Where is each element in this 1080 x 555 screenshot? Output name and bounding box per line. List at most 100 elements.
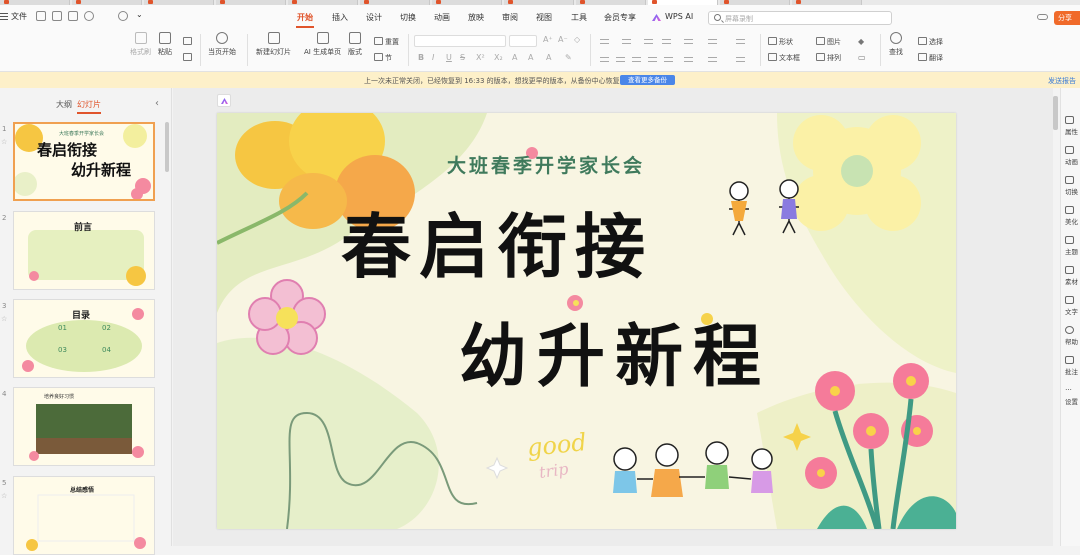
share-button[interactable]: 分享 [1054,11,1080,25]
strikethrough-icon[interactable]: S [460,53,465,62]
fill-icon[interactable]: ◆ [858,37,864,46]
sidebar-item-theme[interactable]: 主题 [1065,236,1078,257]
panel-scrollbar[interactable] [165,122,169,172]
current-slide[interactable]: 大班春季开学家长会 春启衔接 幼升新程 good trip [217,113,956,529]
slide-thumbnail-4[interactable]: 培养良好习惯 [13,387,155,466]
align-left-icon[interactable] [600,55,609,63]
text-effect-icon[interactable]: ✎ [565,53,572,62]
find-button[interactable]: 查找 [889,32,903,57]
subscript-icon[interactable]: X₂ [494,53,503,62]
arrange-button[interactable]: 排列 [816,53,841,63]
shape-button[interactable]: 形状 [768,37,793,47]
justify-icon[interactable] [648,55,657,63]
format-painter-button[interactable]: 格式刷 [130,32,151,57]
font-color-icon[interactable]: A [528,53,533,62]
char-spacing-icon[interactable]: A [512,53,517,62]
numbered-list-icon[interactable] [622,37,631,45]
textbox-button[interactable]: 文本框 [768,53,800,63]
outline-icon[interactable]: ▭ [858,53,866,62]
help-icon [1065,326,1074,334]
tab-wps-ai[interactable]: WPS AI [665,12,693,21]
tab-view[interactable]: 视图 [536,12,552,23]
canvas-scrollbar[interactable] [1053,96,1058,130]
slide-thumbnail-3[interactable]: 目录 01 02 03 04 [13,299,155,378]
slide-title-line-1[interactable]: 春启衔接 [341,191,653,292]
tab-home[interactable]: 开始 [296,12,314,28]
view-backups-button[interactable]: 查看更多备份 [620,75,675,85]
decrease-indent-icon[interactable] [644,37,653,45]
sidebar-item-beautify[interactable]: 美化 [1065,206,1078,227]
chevron-down-icon[interactable]: ⌄ [136,10,146,20]
sidebar-item-materials[interactable]: 素材 [1065,266,1078,287]
slide-thumbnail-5[interactable]: 总结感悟 [13,476,155,555]
copy-icon[interactable] [183,53,194,62]
tab-outline[interactable]: 大纲 [56,99,72,110]
search-input[interactable]: 屏幕录制 [708,11,892,25]
wps-ai-icon[interactable] [217,94,231,107]
slide-thumbnail-1[interactable]: 大班春季开学家长会 春启衔接 幼升新程 [13,122,155,201]
layout-button[interactable]: 版式 [348,32,362,57]
tab-slides[interactable]: 幻灯片 [77,99,101,114]
align-center-icon[interactable] [616,55,625,63]
tab-tools[interactable]: 工具 [571,12,587,23]
sidebar-item-animation[interactable]: 动画 [1065,146,1078,167]
reset-button[interactable]: 重置 [374,37,399,47]
save-icon[interactable] [36,11,46,21]
tab-design[interactable]: 设计 [366,12,382,23]
bold-icon[interactable]: B [418,53,424,62]
smartart-icon[interactable] [736,55,745,63]
align-text-icon[interactable] [708,55,717,63]
collapse-panel-icon[interactable]: ‹ [155,98,159,109]
tab-slideshow[interactable]: 放映 [468,12,484,23]
sidebar-item-help[interactable]: 帮助 [1065,326,1078,347]
tab-member[interactable]: 会员专享 [604,12,636,23]
section-button[interactable]: 节 [374,53,392,63]
undo-icon[interactable] [84,11,94,21]
font-family-select[interactable] [414,35,506,47]
increase-font-icon[interactable]: A⁺ [543,35,553,44]
redo-icon[interactable] [118,11,128,21]
play-from-current-button[interactable]: 当页开始 [208,32,236,57]
ai-generate-button[interactable]: AI 生成单页 [304,32,341,57]
align-right-icon[interactable] [632,55,641,63]
sidebar-item-comments[interactable]: 批注 [1065,356,1078,377]
text-direction-icon[interactable] [708,37,717,45]
font-size-select[interactable] [509,35,537,47]
paste-button[interactable]: 粘贴 [158,32,172,57]
file-menu[interactable]: 文件 [0,11,27,22]
line-spacing-icon[interactable] [684,37,693,45]
bullet-list-icon[interactable] [600,37,609,45]
picture-button[interactable]: 图片 [816,37,841,47]
new-slide-button[interactable]: 新建幻灯片 [256,32,291,57]
sidebar-item-text[interactable]: 文字 [1065,296,1078,317]
italic-icon[interactable]: I [432,53,434,62]
slide-subtitle[interactable]: 大班春季开学家长会 [447,151,645,178]
superscript-icon[interactable]: X² [476,53,485,62]
sidebar-item-settings[interactable]: ··· 设置 [1065,386,1078,407]
send-report-link[interactable]: 发送报告 [1048,76,1076,86]
print-icon[interactable] [68,11,78,21]
highlight-icon[interactable]: A [546,53,551,62]
tab-animations[interactable]: 动画 [434,12,450,23]
export-icon[interactable] [52,11,62,21]
tab-insert[interactable]: 插入 [332,12,348,23]
cloud-icon[interactable] [1037,14,1048,20]
underline-icon[interactable]: U [446,53,452,62]
translate-button[interactable]: 翻译 [918,53,943,63]
clear-format-icon[interactable]: ◇ [574,35,580,44]
tab-transitions[interactable]: 切换 [400,12,416,23]
cut-icon[interactable] [183,37,194,46]
distribute-icon[interactable] [664,55,673,63]
columns-icon[interactable] [684,55,693,63]
thumb-item: 02 [102,324,111,332]
sidebar-item-properties[interactable]: 属性 [1065,116,1078,137]
tab-review[interactable]: 审阅 [502,12,518,23]
convert-icon[interactable] [736,37,745,45]
decrease-font-icon[interactable]: A⁻ [558,35,568,44]
select-button[interactable]: 选择 [918,37,943,47]
slide-title-line-2[interactable]: 幼升新程 [459,301,771,400]
increase-indent-icon[interactable] [662,37,671,45]
slide-thumbnail-2[interactable]: 前言 [13,211,155,290]
sidebar-item-transition[interactable]: 切换 [1065,176,1078,197]
slide-number: 3 [2,302,7,310]
